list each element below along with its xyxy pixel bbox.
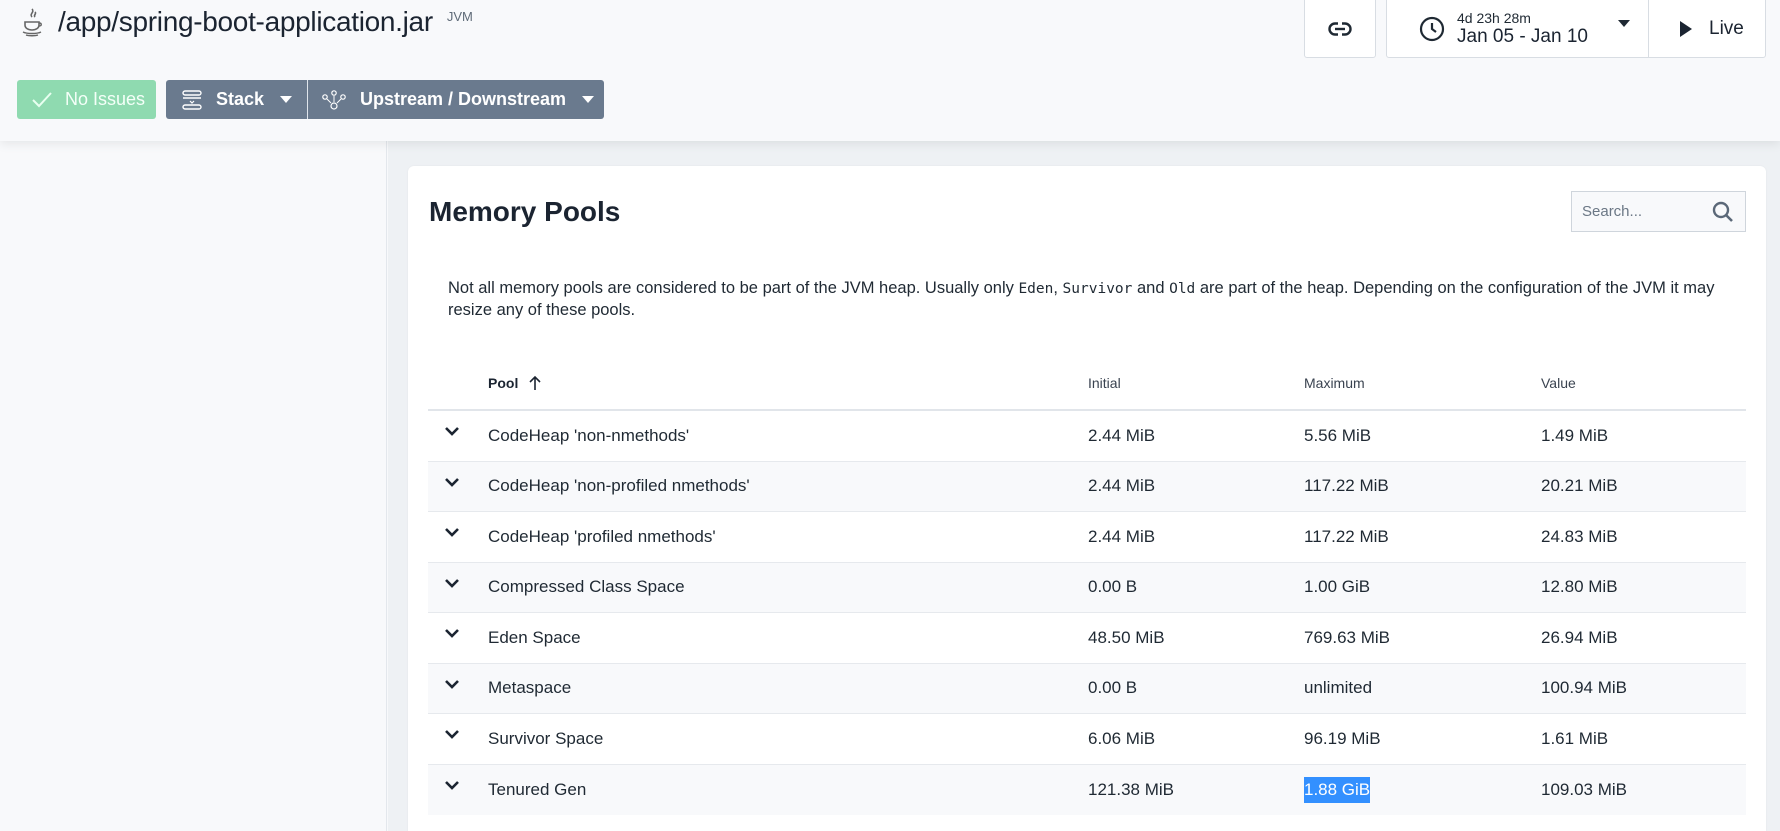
- sidebar: [0, 141, 387, 831]
- pool-initial: 121.38 MiB: [1088, 779, 1174, 799]
- java-icon: [22, 8, 42, 37]
- clock-icon: [1419, 16, 1445, 41]
- copy-link-button[interactable]: [1304, 0, 1376, 58]
- desc-text: and: [1132, 279, 1170, 297]
- table-row[interactable]: CodeHeap 'non-nmethods' 2.44 MiB 5.56 Mi…: [428, 411, 1746, 462]
- pool-initial: 2.44 MiB: [1088, 425, 1156, 445]
- desc-code-old: Old: [1169, 281, 1196, 297]
- stack-label: Stack: [216, 89, 265, 109]
- time-range-duration: 4d 23h 28m: [1457, 9, 1531, 26]
- search-icon[interactable]: [1712, 201, 1734, 223]
- pool-value: 1.49 MiB: [1541, 425, 1609, 445]
- table-row[interactable]: Survivor Space 6.06 MiB 96.19 MiB 1.61 M…: [428, 714, 1746, 765]
- stack-dropdown-button[interactable]: Stack: [166, 80, 308, 119]
- upstream-downstream-label: Upstream / Downstream: [360, 89, 567, 109]
- chevron-down-icon: [582, 96, 595, 103]
- expand-row-chevron-icon[interactable]: [444, 577, 460, 589]
- expand-row-chevron-icon[interactable]: [444, 627, 460, 639]
- column-header-pool-label: Pool: [488, 375, 519, 391]
- pool-value: 20.21 MiB: [1541, 476, 1618, 496]
- memory-pools-table: Pool Initial Maximum Value CodeHeap 'non…: [428, 375, 1746, 815]
- top-bar: /app/spring-boot-application.jar JVM No …: [0, 0, 1780, 141]
- pool-name: Survivor Space: [488, 728, 604, 748]
- sort-ascending-icon: [529, 375, 541, 390]
- pool-name: Eden Space: [488, 627, 581, 647]
- search-input[interactable]: [1582, 203, 1706, 220]
- column-header-value[interactable]: Value: [1541, 375, 1576, 391]
- app-path-title: /app/spring-boot-application.jar: [58, 6, 433, 37]
- pool-maximum: 117.22 MiB: [1304, 476, 1389, 496]
- check-icon: [32, 91, 52, 107]
- pool-name: CodeHeap 'profiled nmethods': [488, 526, 716, 546]
- live-label: Live: [1709, 17, 1744, 39]
- pool-name: Tenured Gen: [488, 779, 587, 799]
- pool-maximum: unlimited: [1304, 678, 1373, 698]
- column-header-maximum[interactable]: Maximum: [1304, 375, 1365, 391]
- expand-row-chevron-icon[interactable]: [444, 728, 460, 740]
- desc-code-survivor: Survivor: [1062, 281, 1133, 297]
- memory-pools-description: Not all memory pools are considered to b…: [448, 278, 1748, 321]
- memory-pools-card: Memory Pools Not all memory pools are co…: [408, 166, 1766, 831]
- stack-icon: [182, 89, 202, 110]
- search-field: [1571, 191, 1746, 232]
- play-icon: [1680, 20, 1692, 37]
- pool-maximum: 1.00 GiB: [1304, 577, 1371, 597]
- pool-name: Metaspace: [488, 678, 572, 698]
- table-row[interactable]: Metaspace 0.00 B unlimited 100.94 MiB: [428, 663, 1746, 714]
- expand-row-chevron-icon[interactable]: [444, 526, 460, 538]
- column-header-initial[interactable]: Initial: [1088, 375, 1121, 391]
- table-header: Pool Initial Maximum Value: [428, 375, 1746, 411]
- pool-initial: 6.06 MiB: [1088, 728, 1156, 748]
- chevron-down-icon: [1617, 20, 1630, 27]
- desc-text: ,: [1053, 279, 1063, 297]
- runtime-badge: JVM: [446, 8, 473, 24]
- no-issues-button[interactable]: No Issues: [17, 80, 156, 119]
- pool-initial: 48.50 MiB: [1088, 627, 1165, 647]
- no-issues-label: No Issues: [65, 89, 146, 109]
- pool-name: Compressed Class Space: [488, 577, 685, 597]
- pool-maximum: 117.22 MiB: [1304, 526, 1389, 546]
- time-controls: 4d 23h 28m Jan 05 - Jan 10 Live: [1386, 0, 1766, 58]
- pool-maximum: 1.88 GiB: [1304, 776, 1371, 803]
- pool-initial: 0.00 B: [1088, 577, 1138, 597]
- table-row[interactable]: CodeHeap 'non-profiled nmethods' 2.44 Mi…: [428, 461, 1746, 512]
- table-body: CodeHeap 'non-nmethods' 2.44 MiB 5.56 Mi…: [428, 411, 1746, 815]
- pool-value: 1.61 MiB: [1541, 728, 1609, 748]
- upstream-downstream-dropdown-button[interactable]: Upstream / Downstream: [308, 80, 604, 119]
- pool-maximum: 5.56 MiB: [1304, 425, 1372, 445]
- chevron-down-icon: [280, 96, 293, 103]
- pool-value: 26.94 MiB: [1541, 627, 1618, 647]
- expand-row-chevron-icon[interactable]: [444, 678, 460, 690]
- topology-icon: [322, 89, 346, 110]
- link-icon: [1328, 21, 1352, 36]
- desc-code-eden: Eden: [1018, 281, 1054, 297]
- desc-text: Not all memory pools are considered to b…: [448, 279, 1019, 297]
- pool-maximum: 769.63 MiB: [1304, 627, 1390, 647]
- app-title: /app/spring-boot-application.jar JVM: [20, 6, 473, 38]
- action-buttons: No Issues Stack Upstream / Downstream: [17, 80, 604, 119]
- live-button[interactable]: Live: [1649, 0, 1765, 57]
- table-row[interactable]: Compressed Class Space 0.00 B 1.00 GiB 1…: [428, 562, 1746, 613]
- pool-initial: 2.44 MiB: [1088, 476, 1156, 496]
- pool-maximum: 96.19 MiB: [1304, 728, 1381, 748]
- pool-value: 12.80 MiB: [1541, 577, 1618, 597]
- pool-initial: 2.44 MiB: [1088, 526, 1156, 546]
- table-row[interactable]: Eden Space 48.50 MiB 769.63 MiB 26.94 Mi…: [428, 613, 1746, 664]
- expand-row-chevron-icon[interactable]: [444, 779, 460, 791]
- pool-value: 100.94 MiB: [1541, 678, 1627, 698]
- expand-row-chevron-icon[interactable]: [444, 476, 460, 488]
- pool-name: CodeHeap 'non-nmethods': [488, 425, 690, 445]
- column-header-pool[interactable]: Pool: [488, 375, 542, 391]
- expand-row-chevron-icon[interactable]: [444, 425, 460, 437]
- time-range-picker[interactable]: 4d 23h 28m Jan 05 - Jan 10: [1387, 0, 1649, 57]
- table-row[interactable]: CodeHeap 'profiled nmethods' 2.44 MiB 11…: [428, 512, 1746, 563]
- pool-value: 24.83 MiB: [1541, 526, 1618, 546]
- time-range-dates: Jan 05 - Jan 10: [1457, 25, 1588, 47]
- table-row[interactable]: Tenured Gen 121.38 MiB 1.88 GiB 109.03 M…: [428, 764, 1746, 815]
- pool-initial: 0.00 B: [1088, 678, 1138, 698]
- pool-value: 109.03 MiB: [1541, 779, 1627, 799]
- card-title: Memory Pools: [429, 196, 621, 227]
- pool-name: CodeHeap 'non-profiled nmethods': [488, 476, 750, 496]
